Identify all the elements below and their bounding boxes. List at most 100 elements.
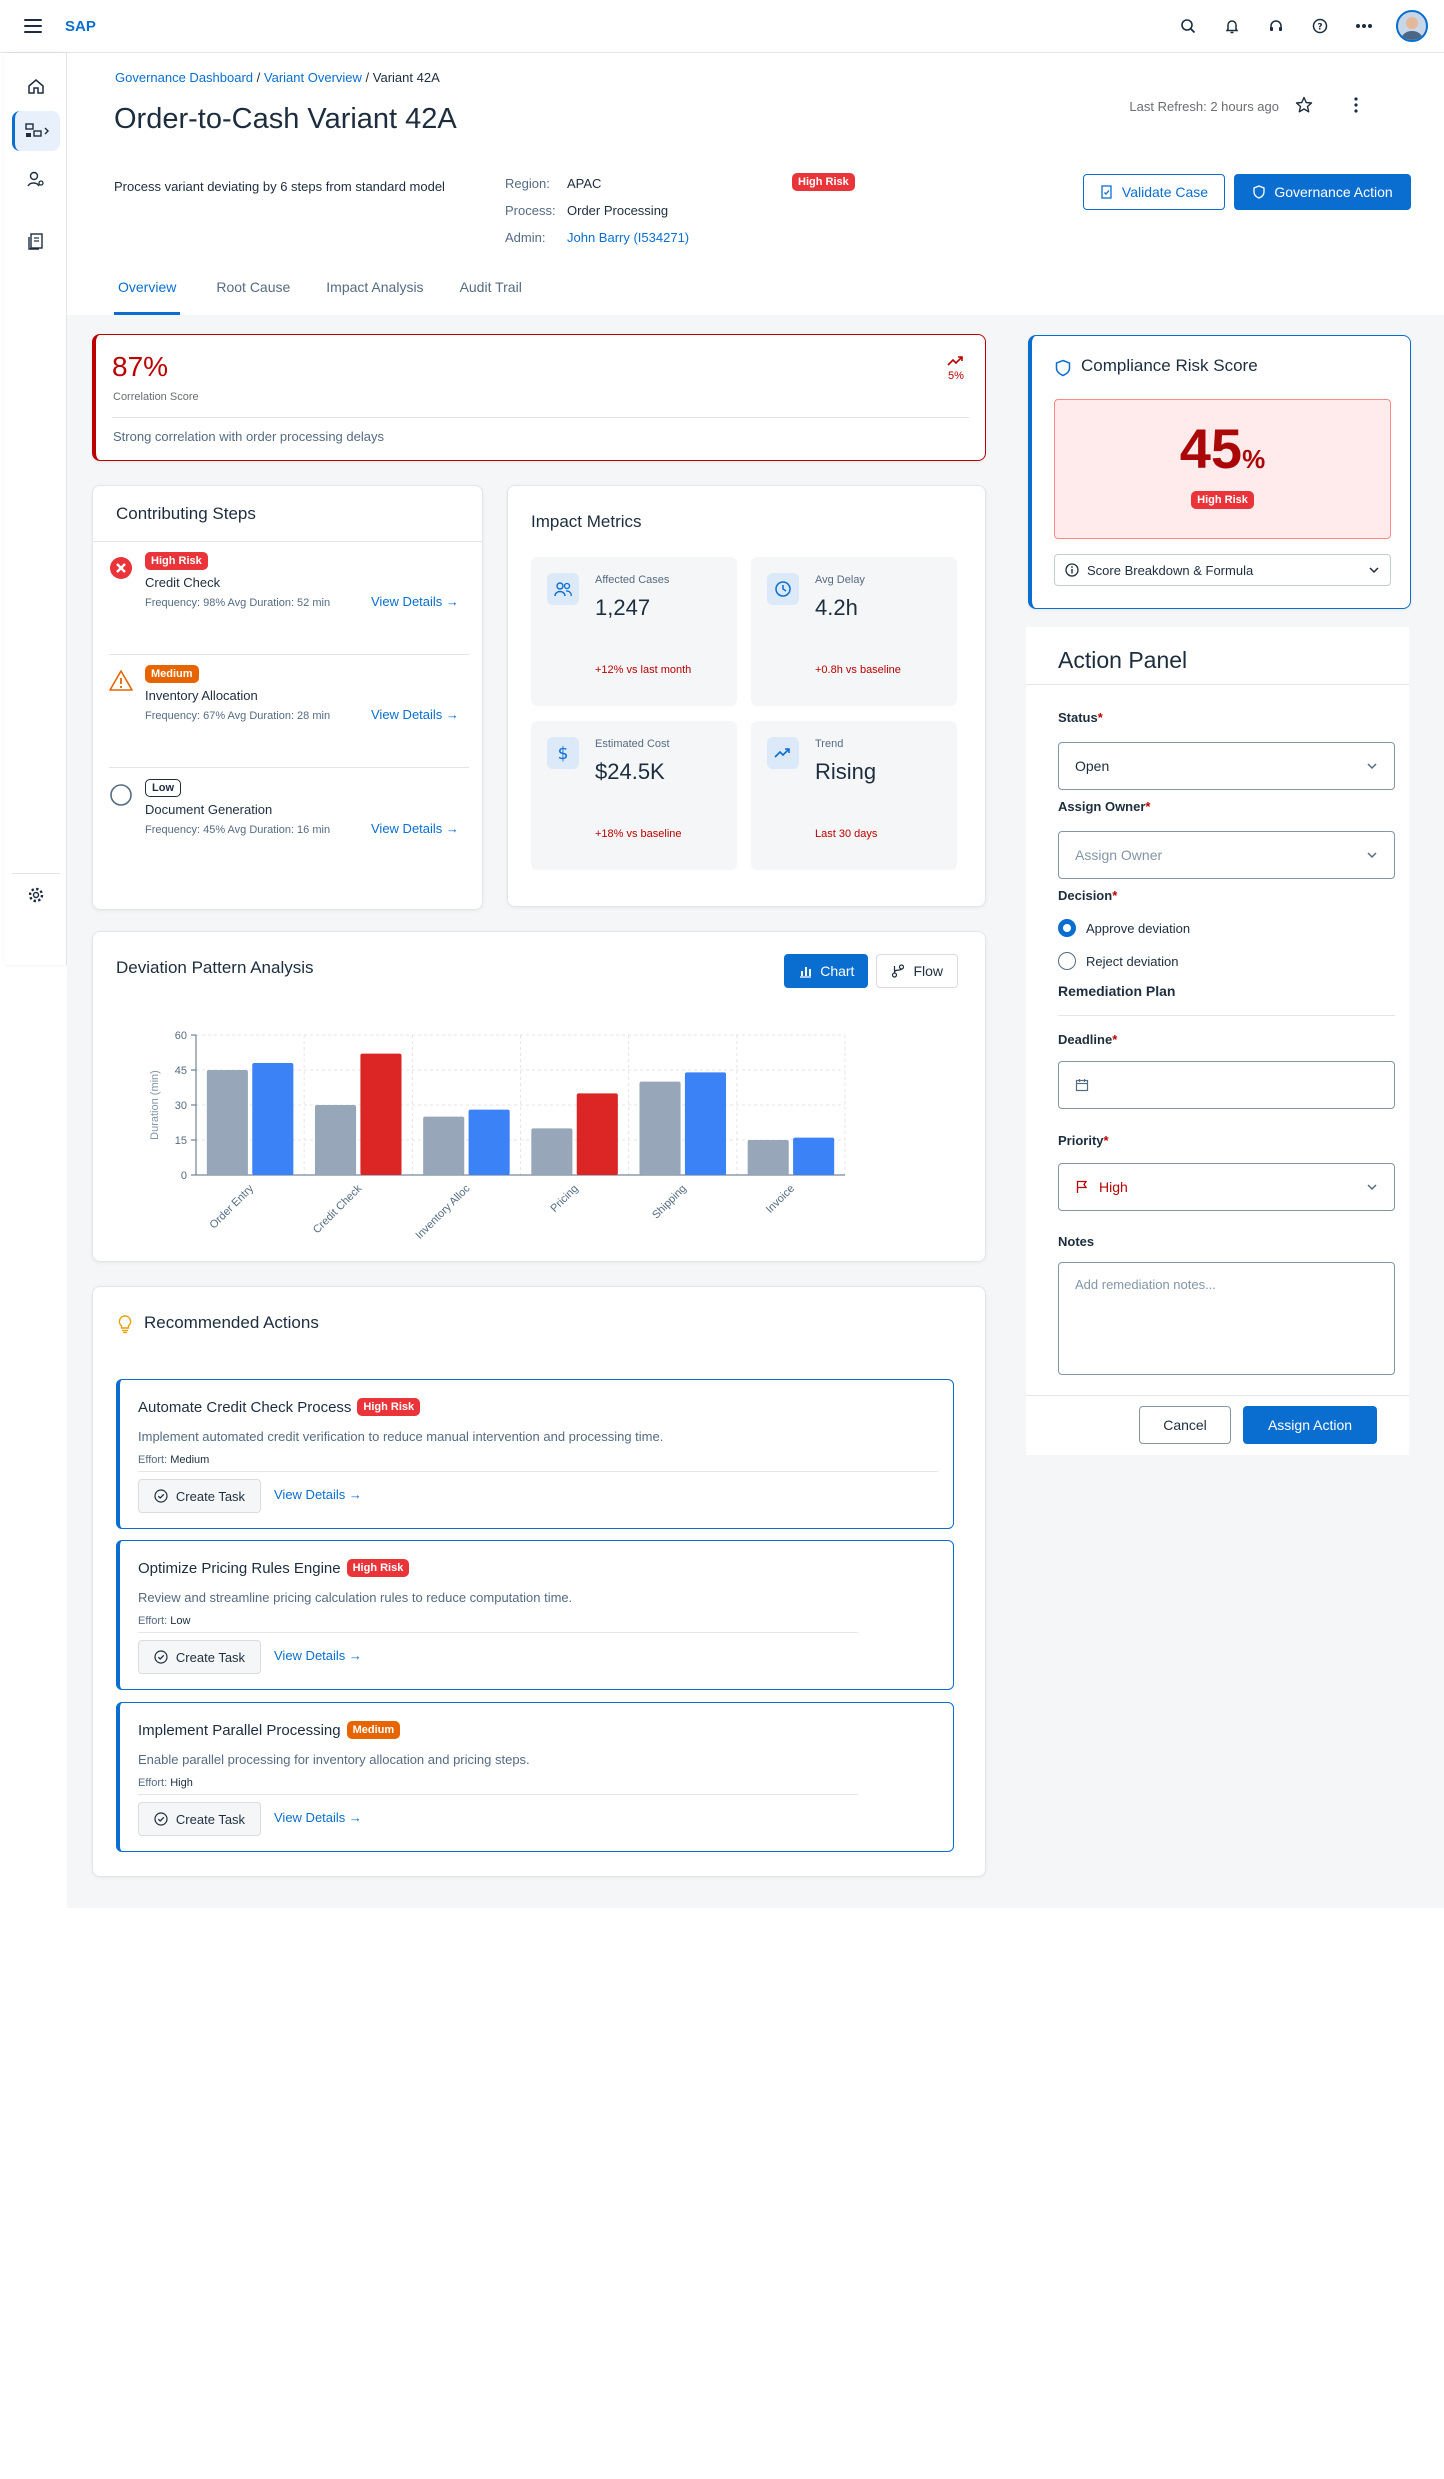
step-view-details-link[interactable]: View Details → xyxy=(371,821,459,836)
metric-delta: Last 30 days xyxy=(815,828,878,840)
create-task-button[interactable]: Create Task xyxy=(138,1802,261,1836)
reject-deviation-label: Reject deviation xyxy=(1086,953,1179,969)
metric-label: Affected Cases xyxy=(595,574,670,586)
chevron-down-icon xyxy=(1367,852,1377,859)
error-icon xyxy=(110,557,132,579)
owner-placeholder: Assign Owner xyxy=(1075,847,1163,863)
chart-bar xyxy=(747,1140,789,1175)
chevron-down-icon xyxy=(1369,567,1379,574)
create-task-button[interactable]: Create Task xyxy=(138,1640,261,1674)
metric-affected-cases: Affected Cases 1,247 +12% vs last month xyxy=(531,557,737,706)
governance-action-button[interactable]: Governance Action xyxy=(1234,174,1411,210)
last-refresh: Last Refresh: 2 hours ago xyxy=(1129,99,1279,114)
tab-root-cause[interactable]: Root Cause xyxy=(216,279,290,315)
list-item: Medium Inventory Allocation Frequency: 6… xyxy=(109,655,469,768)
action-view-details-link[interactable]: View Details → xyxy=(274,1487,362,1502)
more-vertical-icon[interactable] xyxy=(1353,96,1359,117)
status-select[interactable]: Open xyxy=(1058,742,1395,790)
tab-impact-analysis[interactable]: Impact Analysis xyxy=(326,279,423,315)
deviation-chart-card: Deviation Pattern Analysis Chart Flow 01… xyxy=(92,931,986,1262)
metric-estimated-cost: $ Estimated Cost $24.5K +18% vs baseline xyxy=(531,721,737,870)
metric-trend: Trend Rising Last 30 days xyxy=(751,721,957,870)
priority-label: Priority* xyxy=(1058,1133,1109,1148)
breadcrumb-variant-overview[interactable]: Variant Overview xyxy=(264,70,362,85)
recommended-action: Implement Parallel Processing Medium Enab… xyxy=(116,1702,954,1852)
variant-attributes: Region: APAC Process: Order Processing Adm… xyxy=(505,176,689,257)
correlation-note: Strong correlation with order processing… xyxy=(113,429,384,444)
process-flow-icon[interactable] xyxy=(12,111,60,151)
user-settings-icon[interactable] xyxy=(12,159,60,199)
headset-icon[interactable] xyxy=(1264,14,1288,38)
clock-icon xyxy=(767,573,799,605)
validate-case-button[interactable]: Validate Case xyxy=(1083,174,1225,210)
x-tick-label: Shipping xyxy=(650,1183,689,1222)
variant-description: Process variant deviating by 6 steps fro… xyxy=(114,179,445,194)
x-tick-label: Invoice xyxy=(764,1183,797,1216)
action-description: Enable parallel processing for inventory… xyxy=(138,1752,530,1767)
correlation-trend: 5% xyxy=(947,355,965,382)
priority-select[interactable]: High xyxy=(1058,1163,1395,1211)
metric-label: Estimated Cost xyxy=(595,738,670,750)
reject-deviation-radio[interactable]: Reject deviation xyxy=(1058,952,1179,970)
step-view-details-link[interactable]: View Details → xyxy=(371,707,459,722)
home-icon[interactable] xyxy=(12,66,60,106)
tab-audit-trail[interactable]: Audit Trail xyxy=(460,279,522,315)
create-task-button[interactable]: Create Task xyxy=(138,1479,261,1513)
trend-up-icon xyxy=(947,356,963,366)
step-view-details-link[interactable]: View Details → xyxy=(371,594,459,609)
step-severity: Low xyxy=(145,779,181,797)
search-icon[interactable] xyxy=(1176,14,1200,38)
step-name: Document Generation xyxy=(145,802,273,817)
action-name: Automate Credit Check Process xyxy=(138,1398,352,1416)
step-name: Credit Check xyxy=(145,575,221,590)
metric-delta: +12% vs last month xyxy=(595,664,692,676)
menu-icon[interactable] xyxy=(24,14,48,38)
shield-icon xyxy=(1055,359,1071,377)
approve-deviation-radio[interactable]: Approve deviation xyxy=(1058,919,1190,937)
step-severity: High Risk xyxy=(145,552,208,570)
action-view-details-link[interactable]: View Details → xyxy=(274,1648,362,1663)
document-check-icon xyxy=(1101,185,1112,199)
star-icon[interactable] xyxy=(1295,96,1313,117)
notes-textarea[interactable]: Add remediation notes... xyxy=(1058,1262,1395,1375)
chart-bar xyxy=(314,1105,357,1175)
chart-bar xyxy=(639,1081,681,1175)
list-item: High Risk Credit Check Frequency: 98% Av… xyxy=(109,542,469,655)
breadcrumb-governance-dashboard[interactable]: Governance Dashboard xyxy=(115,70,253,85)
step-meta: Frequency: 98% Avg Duration: 52 min xyxy=(145,597,331,609)
svg-text:?: ? xyxy=(1317,23,1322,33)
bell-icon[interactable] xyxy=(1220,14,1244,38)
governance-action-label: Governance Action xyxy=(1274,184,1393,200)
tab-bar: Overview Root Cause Impact Analysis Audi… xyxy=(114,279,558,315)
deadline-date-picker[interactable] xyxy=(1058,1061,1395,1109)
x-tick-label: Order Entry xyxy=(208,1182,257,1231)
more-icon[interactable] xyxy=(1352,14,1376,38)
score-breakdown-toggle[interactable]: Score Breakdown & Formula xyxy=(1054,554,1391,586)
action-view-details-link[interactable]: View Details → xyxy=(274,1810,362,1825)
warning-icon xyxy=(109,670,133,691)
gear-icon[interactable] xyxy=(12,875,60,915)
assign-action-button[interactable]: Assign Action xyxy=(1243,1406,1377,1444)
help-icon[interactable]: ? xyxy=(1308,14,1332,38)
admin-link[interactable]: John Barry (I534271) xyxy=(567,230,689,257)
owner-select[interactable]: Assign Owner xyxy=(1058,831,1395,879)
check-circle-icon xyxy=(154,1650,168,1664)
sap-logo[interactable]: SAP xyxy=(65,18,96,35)
check-circle-icon xyxy=(154,1489,168,1503)
correlation-value: 87% xyxy=(112,351,169,382)
avatar[interactable] xyxy=(1396,10,1428,42)
owner-label: Assign Owner* xyxy=(1058,799,1151,814)
check-circle-icon xyxy=(154,1812,168,1826)
tab-overview[interactable]: Overview xyxy=(114,279,181,315)
impact-metrics-title: Impact Metrics xyxy=(531,512,642,531)
attr-region-key: Region: xyxy=(505,176,550,191)
svg-text:$: $ xyxy=(558,744,569,763)
metric-value: Rising xyxy=(815,759,877,784)
x-tick-label: Credit Check xyxy=(311,1182,365,1236)
action-description: Implement automated credit verification … xyxy=(138,1429,664,1444)
action-panel: Action Panel Status* Open Assign Owner* … xyxy=(1026,627,1409,1455)
create-task-label: Create Task xyxy=(175,1649,246,1665)
action-badge: High Risk xyxy=(346,1559,410,1577)
cancel-button[interactable]: Cancel xyxy=(1139,1406,1231,1444)
documents-icon[interactable] xyxy=(12,221,60,261)
